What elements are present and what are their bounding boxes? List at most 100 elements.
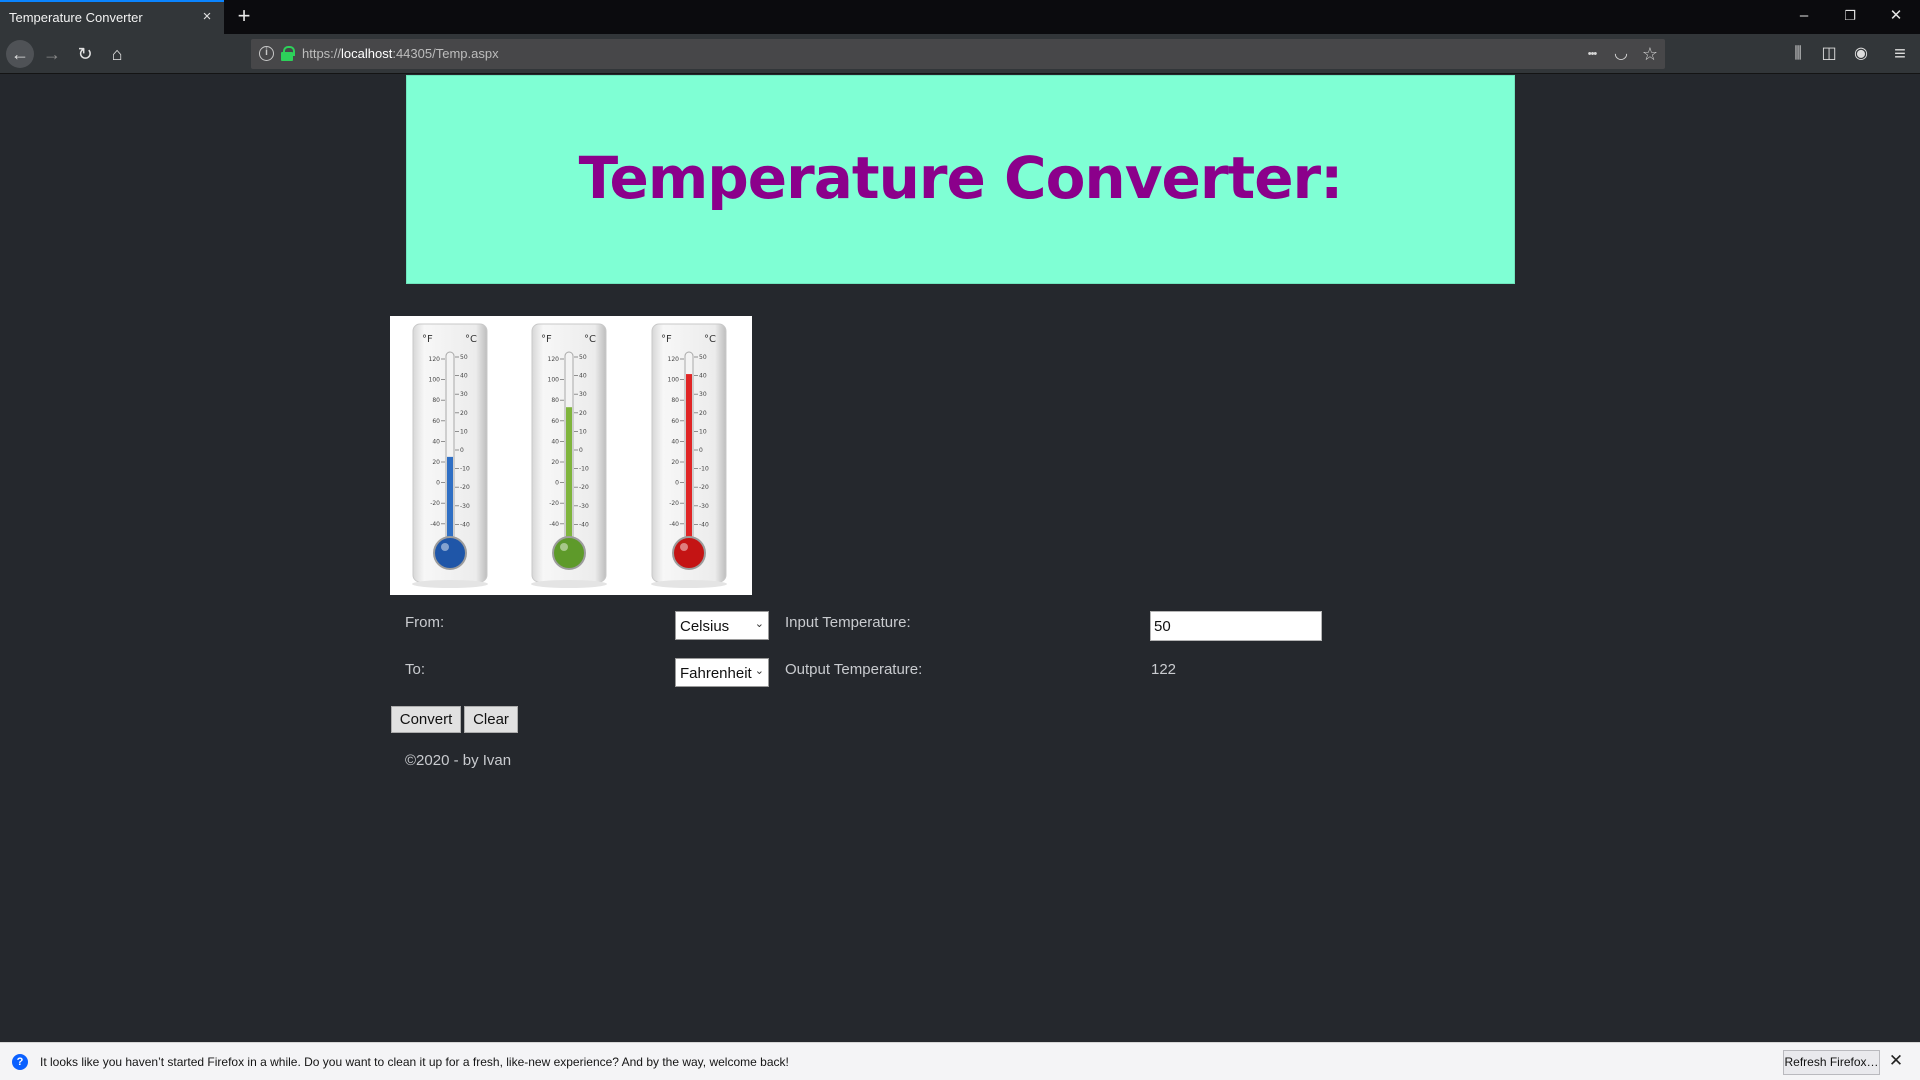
to-unit-value: Fahrenheit: [680, 665, 752, 682]
celsius-tick-label: 30: [460, 391, 468, 398]
celsius-tick-label: 10: [699, 428, 707, 435]
celsius-tick-label: 40: [579, 373, 587, 380]
thermometers-image: °F °C 120 100 80 60 40 20 0 -20 -40 50 40 30 20 10 0 -10-…: [390, 316, 752, 595]
url-host: localhost: [341, 46, 393, 61]
close-tab-icon[interactable]: ×: [198, 8, 216, 26]
forward-icon[interactable]: →: [38, 40, 66, 68]
fahrenheit-tick-label: 40: [671, 438, 679, 445]
bookmark-star-icon[interactable]: ☆: [1639, 44, 1661, 64]
celsius-unit-label: °C: [704, 334, 716, 345]
thermometers-illustration: °F °C120100806040200-20-4050403020100-10-…: [412, 323, 727, 588]
site-info-icon[interactable]: i: [259, 46, 274, 61]
tab-temperature-converter[interactable]: Temperature Converter ×: [0, 0, 224, 34]
celsius-tick-label: 0: [460, 447, 464, 454]
library-icon[interactable]: ⫼: [1784, 40, 1812, 68]
footer-text: ©2020 - by Ivan: [405, 752, 512, 769]
celsius-tick-label: 10: [460, 428, 468, 435]
fahrenheit-tick-label: 120: [548, 356, 560, 363]
fahrenheit-tick-label: 40: [432, 438, 440, 445]
fahrenheit-unit-label: °F: [661, 334, 672, 345]
account-icon[interactable]: ◉: [1847, 40, 1875, 68]
bulb-highlight: [560, 543, 568, 551]
fahrenheit-tick-label: 100: [548, 377, 560, 384]
header-banner: Temperature Converter:: [406, 75, 1515, 284]
mercury-level: [566, 407, 572, 548]
notification-text: It looks like you haven’t started Firefo…: [40, 1055, 789, 1069]
pocket-icon[interactable]: ◡: [1610, 44, 1632, 64]
celsius-tick-label: 50: [460, 354, 468, 361]
fahrenheit-tick-label: 0: [436, 480, 440, 487]
url-path: :44305/Temp.aspx: [392, 46, 499, 61]
close-window-icon[interactable]: ✕: [1873, 0, 1919, 34]
back-icon[interactable]: ←: [6, 40, 34, 68]
celsius-tick-label: 20: [579, 410, 587, 417]
page-title: Temperature Converter:: [578, 144, 1344, 212]
celsius-tick-label: -10: [699, 466, 709, 473]
input-temperature-field[interactable]: 50: [1150, 611, 1322, 641]
page-actions-icon[interactable]: •••: [1581, 44, 1603, 64]
new-tab-icon[interactable]: +: [231, 4, 257, 30]
celsius-tick-label: 0: [579, 447, 583, 454]
to-unit-select[interactable]: Fahrenheit ⌄: [675, 658, 769, 687]
chevron-down-icon: ⌄: [754, 618, 764, 630]
celsius-tick-label: 40: [699, 373, 707, 380]
thermometer-bulb: [433, 536, 467, 570]
fahrenheit-tick-label: 120: [429, 356, 441, 363]
celsius-tick-label: -30: [460, 503, 470, 510]
celsius-tick-label: 40: [460, 373, 468, 380]
tab-strip: Temperature Converter × + – ❐ ✕: [0, 0, 1920, 34]
notification-bar: ? It looks like you haven’t started Fire…: [0, 1042, 1920, 1080]
from-label: From:: [405, 614, 445, 631]
celsius-tick-label: -40: [699, 521, 709, 528]
celsius-tick-label: 0: [699, 447, 703, 454]
fahrenheit-tick-label: 80: [432, 397, 440, 404]
celsius-tick-label: -10: [579, 466, 589, 473]
fahrenheit-tick-label: 0: [675, 480, 679, 487]
thermometer-bulb: [552, 536, 586, 570]
fahrenheit-tick-label: -20: [430, 500, 440, 507]
home-icon[interactable]: ⌂: [103, 40, 131, 68]
restore-icon[interactable]: ❐: [1827, 0, 1873, 34]
fahrenheit-tick-label: 80: [551, 397, 559, 404]
fahrenheit-tick-label: 20: [671, 459, 679, 466]
url-scheme: https://: [302, 46, 342, 61]
celsius-tick-label: -10: [460, 466, 470, 473]
fahrenheit-tick-label: 20: [432, 459, 440, 466]
tab-title: Temperature Converter: [9, 10, 143, 25]
from-unit-value: Celsius: [680, 618, 730, 635]
fahrenheit-tick-label: 60: [671, 418, 679, 425]
close-notification-icon[interactable]: ✕: [1886, 1051, 1906, 1071]
fahrenheit-tick-label: 80: [671, 397, 679, 404]
fahrenheit-tick-label: 100: [668, 377, 680, 384]
fahrenheit-unit-label: °F: [422, 334, 433, 345]
clear-button[interactable]: Clear: [464, 706, 518, 733]
celsius-tick-label: 10: [579, 428, 587, 435]
celsius-tick-label: -20: [579, 484, 589, 491]
url-bar[interactable]: i https://localhost:44305/Temp.aspx ••• …: [251, 39, 1665, 69]
fahrenheit-unit-label: °F: [541, 334, 552, 345]
mercury-level: [686, 374, 692, 548]
lock-icon: [281, 46, 295, 61]
convert-button[interactable]: Convert: [391, 706, 461, 733]
fahrenheit-tick-label: -40: [549, 521, 559, 528]
celsius-tick-label: -30: [579, 503, 589, 510]
reload-icon[interactable]: ↻: [71, 40, 99, 68]
refresh-firefox-button[interactable]: Refresh Firefox…: [1783, 1050, 1880, 1075]
sidebar-icon[interactable]: ◫: [1815, 40, 1843, 68]
url-text[interactable]: https://localhost:44305/Temp.aspx: [302, 46, 499, 61]
fahrenheit-tick-label: 0: [555, 480, 559, 487]
celsius-tick-label: 30: [699, 391, 707, 398]
celsius-tick-label: 20: [699, 410, 707, 417]
minimize-icon[interactable]: –: [1781, 0, 1827, 34]
celsius-tick-label: 20: [460, 410, 468, 417]
to-label: To:: [405, 661, 426, 678]
menu-icon[interactable]: ≡: [1886, 40, 1914, 68]
fahrenheit-tick-label: -20: [549, 500, 559, 507]
info-icon: ?: [12, 1054, 28, 1070]
fahrenheit-tick-label: 120: [668, 356, 680, 363]
thermometer-shadow: [412, 580, 488, 588]
fahrenheit-tick-label: 60: [551, 418, 559, 425]
from-unit-select[interactable]: Celsius ⌄: [675, 611, 769, 640]
celsius-tick-label: -40: [460, 521, 470, 528]
celsius-tick-label: 30: [579, 391, 587, 398]
